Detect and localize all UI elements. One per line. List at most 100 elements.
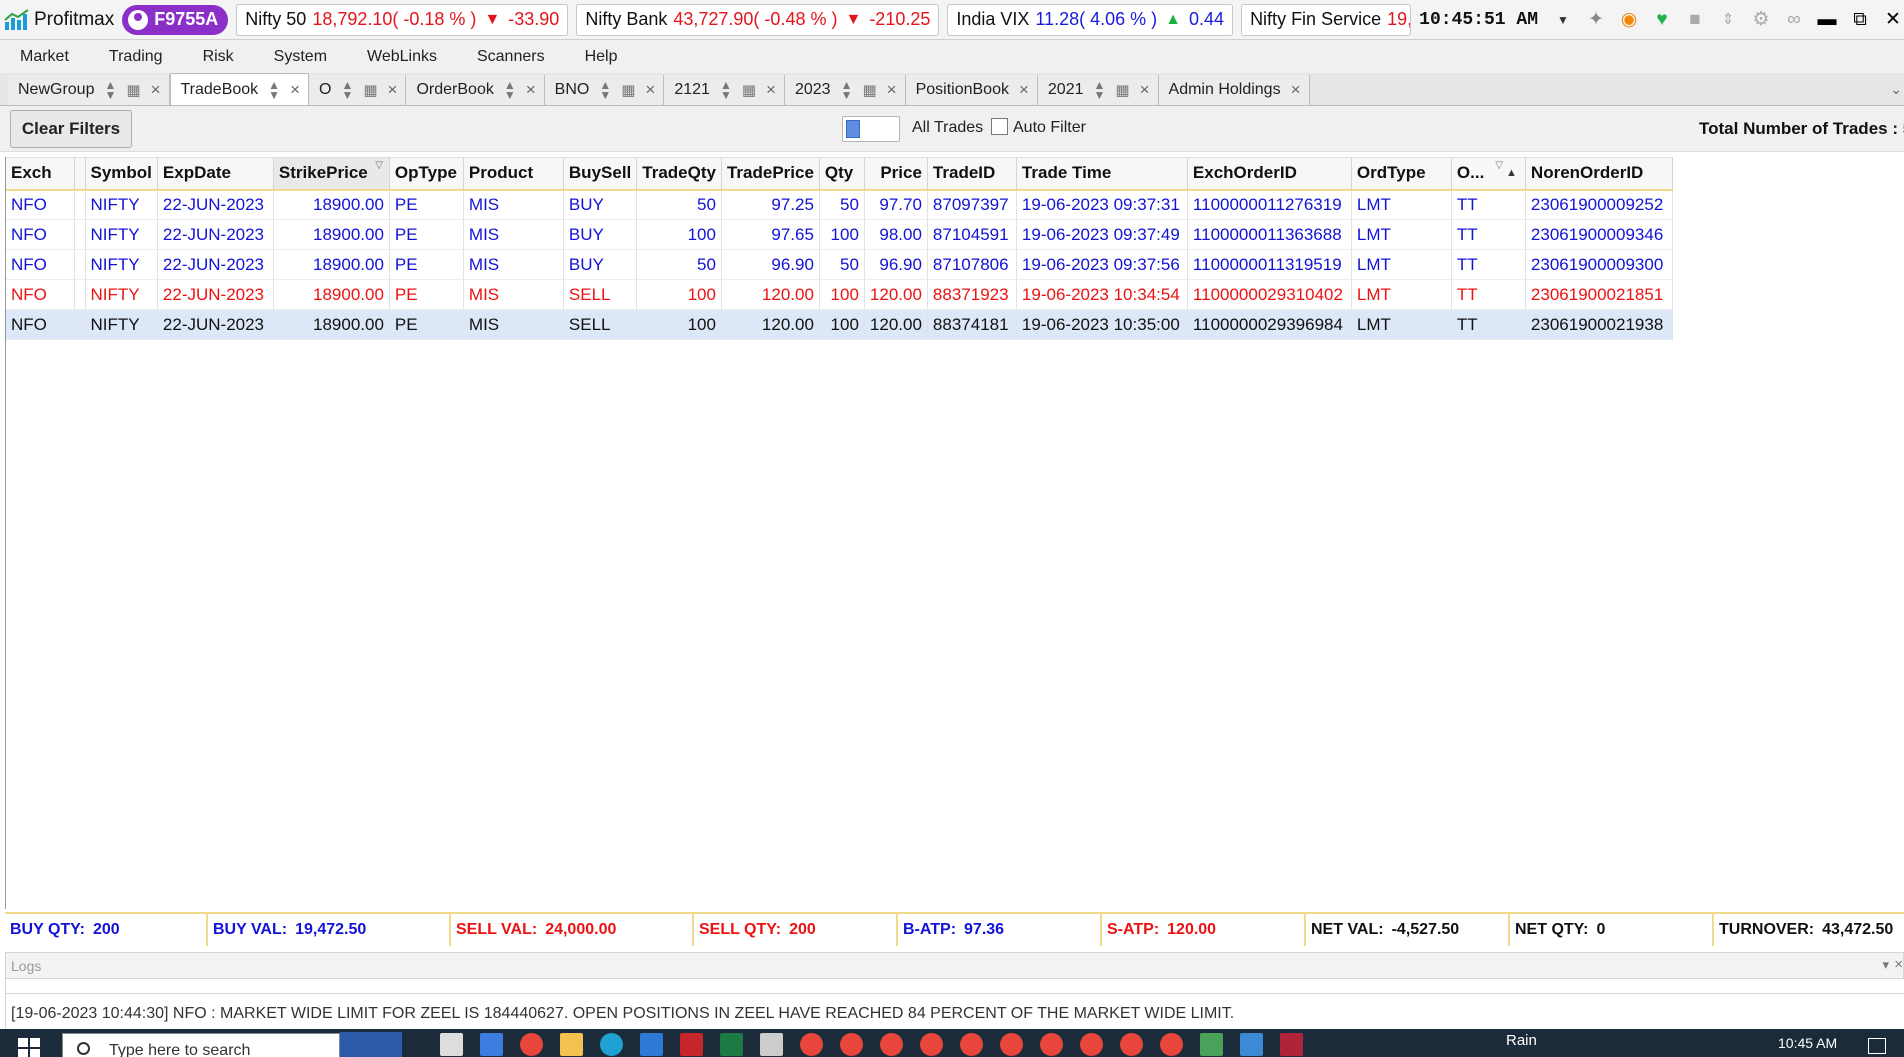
tab-newgroup[interactable]: NewGroup ▲ ▼ ▦ × xyxy=(8,75,170,105)
chrome-icon[interactable] xyxy=(1040,1033,1063,1056)
columns-icon[interactable]: ▦ xyxy=(126,81,140,99)
notification-icon[interactable] xyxy=(1868,1038,1886,1054)
wand-icon[interactable]: ✦ xyxy=(1585,9,1607,31)
tab-admin-holdings[interactable]: Admin Holdings × xyxy=(1158,75,1310,105)
chrome-icon[interactable] xyxy=(520,1033,543,1056)
sort-icon[interactable]: ⇕ xyxy=(1717,9,1739,31)
sort-icon[interactable]: ▲ ▼ xyxy=(720,79,732,101)
file-explorer-icon[interactable] xyxy=(480,1033,503,1056)
index-india-vix[interactable]: India VIX 11.28( 4.06 % ) ▲ 0.44 xyxy=(947,3,1234,36)
col-exch[interactable]: Exch xyxy=(6,157,75,191)
bell-icon[interactable]: ◉ xyxy=(1618,9,1640,31)
menu-market[interactable]: Market xyxy=(0,48,89,66)
sort-icon[interactable]: ▲ ▼ xyxy=(841,79,853,101)
columns-icon[interactable]: ▦ xyxy=(742,81,756,99)
close-icon[interactable]: × xyxy=(766,80,776,100)
close-icon[interactable]: × xyxy=(290,80,300,100)
chrome-icon[interactable] xyxy=(880,1033,903,1056)
sort-icon[interactable]: ▲ ▼ xyxy=(341,79,353,101)
col-spacer[interactable] xyxy=(74,157,86,191)
table-row[interactable]: NFO NIFTY 22-JUN-2023 18900.00 PE MIS BUY 50 97.… xyxy=(6,189,1673,220)
pin-icon[interactable]: ▾ xyxy=(1882,957,1889,973)
sort-icon[interactable]: ▲ ▼ xyxy=(504,79,516,101)
sort-icon[interactable]: ▲ ▼ xyxy=(104,79,116,101)
close-icon[interactable]: × xyxy=(1291,80,1301,100)
restore-icon[interactable]: ⧉ xyxy=(1849,9,1871,31)
close-icon[interactable]: × xyxy=(1140,80,1150,100)
menu-scanners[interactable]: Scanners xyxy=(457,48,565,66)
chrome-icon[interactable] xyxy=(1080,1033,1103,1056)
col-o[interactable]: O... ▽ ▲ xyxy=(1451,157,1526,191)
columns-icon[interactable]: ▦ xyxy=(621,81,635,99)
chevron-down-icon[interactable]: ⌄ xyxy=(1890,81,1902,98)
tab-2121[interactable]: 2121 ▲ ▼ ▦ × xyxy=(664,75,785,105)
chrome-icon[interactable] xyxy=(800,1033,823,1056)
taskbar-search-input[interactable]: Type here to search xyxy=(62,1033,340,1057)
col-optype[interactable]: OpType xyxy=(389,157,464,191)
windows-start-icon[interactable] xyxy=(18,1038,42,1057)
col-product[interactable]: Product xyxy=(463,157,564,191)
tab-orderbook[interactable]: OrderBook ▲ ▼ × xyxy=(406,75,545,105)
index-nifty-fin-service[interactable]: Nifty Fin Service 19,421.25( -0.18 xyxy=(1241,3,1412,36)
col-qty[interactable]: Qty xyxy=(819,157,865,191)
edge-icon[interactable] xyxy=(600,1033,623,1056)
profitmax-taskbar-icon[interactable] xyxy=(1200,1033,1223,1056)
photos-icon[interactable] xyxy=(1240,1033,1263,1056)
dropdown-icon[interactable]: ▼ xyxy=(1552,9,1574,31)
task-view-icon[interactable] xyxy=(440,1033,463,1056)
col-ordtype[interactable]: OrdType xyxy=(1351,157,1452,191)
auto-filter-checkbox[interactable] xyxy=(991,118,1008,135)
chrome-icon[interactable] xyxy=(1000,1033,1023,1056)
link-icon[interactable]: ∞ xyxy=(1783,9,1805,31)
menu-weblinks[interactable]: WebLinks xyxy=(347,48,457,66)
col-tradeqty[interactable]: TradeQty xyxy=(636,157,722,191)
app-icon[interactable] xyxy=(1280,1033,1303,1056)
chrome-icon[interactable] xyxy=(920,1033,943,1056)
close-icon[interactable]: × xyxy=(887,80,897,100)
col-price[interactable]: Price xyxy=(864,157,928,191)
table-row[interactable]: NFO NIFTY 22-JUN-2023 18900.00 PE MIS BUY 100 97… xyxy=(6,219,1673,250)
tab-positionbook[interactable]: PositionBook × xyxy=(905,75,1038,105)
table-row[interactable]: NFO NIFTY 22-JUN-2023 18900.00 PE MIS SELL 100 1… xyxy=(6,279,1673,310)
menu-trading[interactable]: Trading xyxy=(89,48,183,66)
taskbar-clock[interactable]: 10:45 AM xyxy=(1778,1035,1837,1051)
chrome-icon[interactable] xyxy=(1120,1033,1143,1056)
all-trades-toggle[interactable] xyxy=(842,116,900,142)
gear-icon[interactable]: ⚙ xyxy=(1750,9,1772,31)
col-tradetime[interactable]: Trade Time xyxy=(1016,157,1188,191)
tab-o[interactable]: O ▲ ▼ ▦ × xyxy=(309,75,407,105)
table-row[interactable]: NFO NIFTY 22-JUN-2023 18900.00 PE MIS BUY 50 96.… xyxy=(6,249,1673,280)
sort-asc-icon[interactable]: ▲ xyxy=(1506,167,1517,179)
close-icon[interactable]: ✕ xyxy=(1882,9,1904,31)
chrome-icon[interactable] xyxy=(960,1033,983,1056)
sort-icon[interactable]: ▲ ▼ xyxy=(1094,79,1106,101)
tab-2023[interactable]: 2023 ▲ ▼ ▦ × xyxy=(784,75,906,105)
sort-icon[interactable]: ▲ ▼ xyxy=(599,79,611,101)
lock-icon[interactable]: ■ xyxy=(1684,9,1706,31)
menu-risk[interactable]: Risk xyxy=(183,48,254,66)
col-exchorderid[interactable]: ExchOrderID xyxy=(1187,157,1352,191)
filter-icon[interactable]: ▽ xyxy=(1495,160,1503,171)
store-icon[interactable] xyxy=(640,1033,663,1056)
app-icon[interactable] xyxy=(760,1033,783,1056)
columns-icon[interactable]: ▦ xyxy=(862,81,876,99)
menu-system[interactable]: System xyxy=(254,48,347,66)
chrome-icon[interactable] xyxy=(840,1033,863,1056)
search-highlight-icon[interactable] xyxy=(340,1032,402,1057)
col-expdate[interactable]: ExpDate xyxy=(157,157,274,191)
filter-icon[interactable]: ▽ xyxy=(375,160,383,171)
close-icon[interactable]: × xyxy=(388,80,398,100)
sort-icon[interactable]: ▲ ▼ xyxy=(268,79,280,101)
heart-icon[interactable]: ♥ xyxy=(1651,9,1673,31)
chrome-icon[interactable] xyxy=(1160,1033,1183,1056)
clear-filters-button[interactable]: Clear Filters xyxy=(10,110,132,148)
weather-widget[interactable]: Rain xyxy=(1506,1032,1537,1049)
tab-2021[interactable]: 2021 ▲ ▼ ▦ × xyxy=(1037,75,1159,105)
col-norenorderid[interactable]: NorenOrderID xyxy=(1525,157,1673,191)
close-icon[interactable]: × xyxy=(1894,956,1903,973)
index-nifty-bank[interactable]: Nifty Bank 43,727.90( -0.48 % ) ▼ -210.2… xyxy=(576,3,940,36)
col-buysell[interactable]: BuySell xyxy=(563,157,638,191)
index-nifty-50[interactable]: Nifty 50 18,792.10( -0.18 % ) ▼ -33.90 xyxy=(236,3,569,36)
close-icon[interactable]: × xyxy=(645,80,655,100)
col-symbol[interactable]: Symbol xyxy=(85,157,158,191)
